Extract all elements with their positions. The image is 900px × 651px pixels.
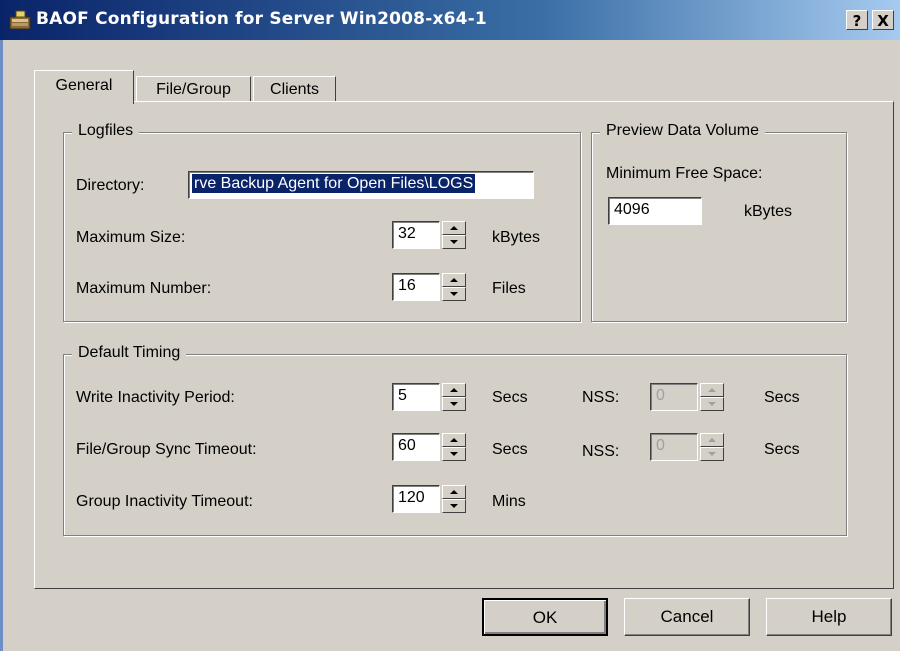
write-inactivity-label: Write Inactivity Period:	[76, 389, 235, 406]
general-tab-panel: Logfiles Directory: rve Backup Agent for…	[34, 101, 894, 589]
spin-down-icon[interactable]	[442, 397, 466, 411]
sync-timeout-label: File/Group Sync Timeout:	[76, 441, 257, 458]
spin-down-icon	[700, 447, 724, 461]
timing-group-label: Default Timing	[72, 344, 187, 362]
spin-up-icon	[700, 383, 724, 397]
sync-timeout-spinner[interactable]	[442, 433, 466, 461]
tab-clients[interactable]: Clients	[253, 76, 336, 102]
server-app-icon	[9, 10, 31, 30]
max-number-input[interactable]: 16	[392, 273, 440, 301]
logfiles-group-label: Logfiles	[72, 122, 140, 140]
group-inactivity-spinner[interactable]	[442, 485, 466, 513]
spin-up-icon[interactable]	[442, 221, 466, 235]
write-inactivity-spinner[interactable]	[442, 383, 466, 411]
min-free-space-unit: kBytes	[744, 203, 793, 220]
write-inactivity-input[interactable]: 5	[392, 383, 440, 411]
min-free-space-label: Minimum Free Space:	[606, 165, 763, 182]
spin-down-icon[interactable]	[442, 287, 466, 301]
window-title: BAOF Configuration for Server Win2008-x6…	[36, 9, 487, 29]
group-inactivity-unit: Mins	[492, 493, 526, 510]
directory-label: Directory:	[76, 177, 145, 194]
spin-up-icon[interactable]	[442, 433, 466, 447]
sync-nss-spinner	[700, 433, 724, 461]
preview-group-label: Preview Data Volume	[600, 122, 765, 140]
write-nss-label: NSS:	[582, 389, 620, 406]
tab-file-group[interactable]: File/Group	[136, 76, 251, 102]
group-inactivity-label: Group Inactivity Timeout:	[76, 493, 253, 510]
max-size-label: Maximum Size:	[76, 229, 186, 246]
close-title-button[interactable]: X	[872, 10, 894, 30]
cancel-button[interactable]: Cancel	[624, 598, 750, 636]
max-number-spinner[interactable]	[442, 273, 466, 301]
sync-nss-unit: Secs	[764, 441, 800, 458]
title-bar[interactable]: BAOF Configuration for Server Win2008-x6…	[0, 0, 900, 40]
write-nss-spinner	[700, 383, 724, 411]
max-size-input[interactable]: 32	[392, 221, 440, 249]
group-inactivity-input[interactable]: 120	[392, 485, 440, 513]
spin-up-icon	[700, 433, 724, 447]
preview-data-volume-group: Preview Data Volume Minimum Free Space: …	[591, 122, 847, 322]
spin-down-icon[interactable]	[442, 447, 466, 461]
directory-input[interactable]: rve Backup Agent for Open Files\LOGS	[188, 171, 534, 199]
max-number-unit: Files	[492, 280, 526, 297]
spin-down-icon[interactable]	[442, 499, 466, 513]
spin-down-icon[interactable]	[442, 235, 466, 249]
directory-input-text: rve Backup Agent for Open Files\LOGS	[192, 174, 476, 193]
sync-nss-input: 0	[650, 433, 698, 461]
default-timing-group: Default Timing Write Inactivity Period: …	[63, 344, 847, 536]
spin-up-icon[interactable]	[442, 383, 466, 397]
tab-general[interactable]: General	[34, 70, 134, 104]
spin-up-icon[interactable]	[442, 485, 466, 499]
spin-up-icon[interactable]	[442, 273, 466, 287]
max-size-unit: kBytes	[492, 229, 541, 246]
help-title-button[interactable]: ?	[846, 10, 868, 30]
config-dialog: BAOF Configuration for Server Win2008-x6…	[0, 0, 900, 651]
max-size-spinner[interactable]	[442, 221, 466, 249]
logfiles-group: Logfiles Directory: rve Backup Agent for…	[63, 122, 581, 322]
write-nss-input: 0	[650, 383, 698, 411]
max-number-label: Maximum Number:	[76, 280, 212, 297]
write-inactivity-unit: Secs	[492, 389, 528, 406]
window-border	[0, 40, 3, 651]
sync-timeout-input[interactable]: 60	[392, 433, 440, 461]
spin-down-icon	[700, 397, 724, 411]
sync-timeout-unit: Secs	[492, 441, 528, 458]
write-nss-unit: Secs	[764, 389, 800, 406]
min-free-space-input[interactable]: 4096	[608, 197, 702, 225]
help-button[interactable]: Help	[766, 598, 892, 636]
ok-button[interactable]: OK	[482, 598, 608, 636]
sync-nss-label: NSS:	[582, 443, 620, 460]
